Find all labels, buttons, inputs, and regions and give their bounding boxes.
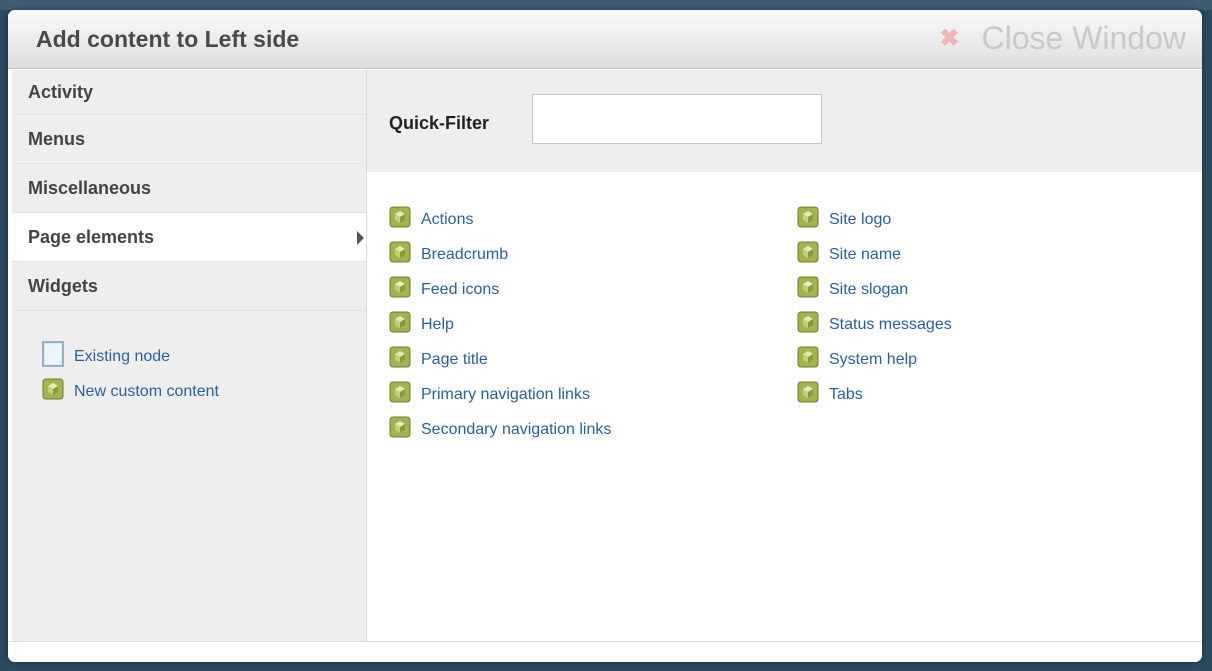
block-cube-icon (797, 346, 819, 373)
content-item-breadcrumb[interactable]: Breadcrumb (389, 237, 611, 272)
link-label: Existing node (74, 347, 171, 365)
existing-node-link[interactable]: Existing node (42, 339, 366, 374)
new-custom-content-link[interactable]: New custom content (42, 374, 366, 409)
block-cube-icon (797, 276, 819, 303)
sidebar-item-label: Activity (28, 82, 94, 102)
close-window-label: Close Window (981, 19, 1186, 56)
content-item-page-title[interactable]: Page title (389, 342, 611, 377)
content-item-label: Status messages (829, 315, 952, 333)
content-column-2: Site logo Site name Site slogan Status m… (797, 202, 952, 412)
content-item-label: Site logo (829, 210, 892, 228)
content-item-actions[interactable]: Actions (389, 202, 611, 237)
modal-title: Add content to Left side (36, 26, 300, 52)
block-cube-icon (389, 241, 411, 268)
content-item-label: Primary navigation links (421, 385, 590, 403)
block-cube-icon (389, 416, 411, 443)
close-window-button[interactable]: ✖ Close Window (939, 20, 1186, 56)
content-item-site-slogan[interactable]: Site slogan (797, 272, 952, 307)
content-item-label: Actions (421, 210, 474, 228)
content-item-help[interactable]: Help (389, 307, 611, 342)
chevron-right-icon (357, 231, 364, 245)
content-item-site-name[interactable]: Site name (797, 237, 952, 272)
content-item-tabs[interactable]: Tabs (797, 377, 952, 412)
content-item-label: Breadcrumb (421, 245, 509, 263)
content-item-label: Feed icons (421, 280, 500, 298)
content-item-label: Secondary navigation links (421, 420, 612, 438)
content-list-panel: Actions Breadcrumb Feed icons Help Page … (367, 172, 1202, 641)
quick-filter-input[interactable] (532, 94, 822, 144)
content-item-secondary-navigation-links[interactable]: Secondary navigation links (389, 412, 611, 447)
content-item-label: System help (829, 350, 918, 368)
sidebar-item-label: Page elements (28, 227, 155, 247)
sidebar-item-activity[interactable]: Activity (12, 70, 366, 115)
sidebar-item-label: Miscellaneous (28, 178, 152, 198)
block-cube-icon (797, 381, 819, 408)
modal-titlebar: Add content to Left side ✖ Close Window (8, 10, 1202, 69)
block-cube-icon (389, 276, 411, 303)
link-label: New custom content (74, 382, 219, 400)
sidebar-item-label: Menus (28, 129, 86, 149)
sidebar-item-menus[interactable]: Menus (12, 115, 366, 164)
block-cube-icon (389, 311, 411, 338)
page-icon (42, 341, 64, 372)
block-cube-icon (389, 346, 411, 373)
quick-filter-label: Quick-Filter (389, 113, 490, 133)
content-column-1: Actions Breadcrumb Feed icons Help Page … (389, 202, 611, 447)
sidebar-item-miscellaneous[interactable]: Miscellaneous (12, 164, 366, 213)
background-page (0, 0, 1212, 10)
close-icon: ✖ (939, 24, 960, 52)
category-sidebar: Activity Menus Miscellaneous Page elemen… (12, 70, 367, 641)
content-item-label: Page title (421, 350, 488, 368)
content-item-label: Help (421, 315, 454, 333)
sidebar-item-widgets[interactable]: Widgets (12, 262, 366, 311)
block-cube-icon (797, 241, 819, 268)
block-cube-icon (797, 311, 819, 338)
content-item-label: Site name (829, 245, 902, 263)
content-item-label: Site slogan (829, 280, 909, 298)
content-item-system-help[interactable]: System help (797, 342, 952, 377)
sidebar-item-label: Widgets (28, 276, 98, 296)
content-item-status-messages[interactable]: Status messages (797, 307, 952, 342)
sidebar-extra-list: Existing node New custom content (12, 339, 366, 409)
sidebar-item-page-elements[interactable]: Page elements (12, 213, 366, 262)
block-cube-icon (797, 206, 819, 233)
add-content-modal: Add content to Left side ✖ Close Window … (8, 10, 1202, 662)
content-item-feed-icons[interactable]: Feed icons (389, 272, 611, 307)
block-cube-icon (389, 206, 411, 233)
content-item-primary-navigation-links[interactable]: Primary navigation links (389, 377, 611, 412)
content-item-site-logo[interactable]: Site logo (797, 202, 952, 237)
block-cube-icon (389, 381, 411, 408)
modal-footer (8, 641, 1202, 662)
block-cube-icon (42, 378, 64, 405)
content-item-label: Tabs (829, 385, 863, 403)
quick-filter-bar: Quick-Filter (367, 70, 1202, 172)
